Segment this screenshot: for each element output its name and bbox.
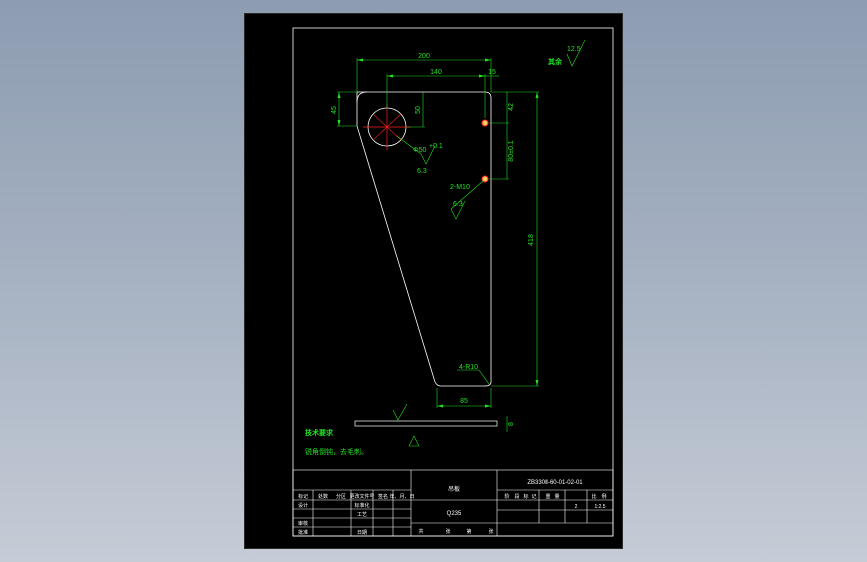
thread-hole-1 — [481, 119, 489, 127]
side-view — [354, 420, 498, 427]
tech-heading: 技术要求 — [305, 428, 334, 437]
dim-418: 418 — [528, 234, 535, 246]
hole-diameter-label: Φ50 — [413, 147, 426, 154]
row-date: 日期 — [357, 530, 367, 536]
dimension-lines — [337, 58, 539, 432]
material: Q235 — [447, 511, 462, 517]
drawing-number: ZB330Ⅱ-60-01-02-01 — [527, 480, 583, 486]
scale: 1:2.5 — [594, 504, 605, 510]
dim-140: 140 — [430, 69, 442, 76]
tech-note: 锐角倒钝，去毛刺。 — [305, 447, 368, 456]
dim-42: 42 — [508, 103, 515, 111]
dim-50: 50 — [415, 106, 422, 114]
stage-cell-3: 记 — [531, 493, 536, 500]
header-cell-5: 年、月、日 — [389, 493, 414, 500]
row-standardize: 标准化 — [354, 502, 369, 509]
bottom-cell-1: 张 — [445, 528, 450, 535]
header-cell-0: 标记 — [298, 493, 308, 500]
roughness-thread: 6.3 — [453, 201, 463, 208]
roughness-hole: 6.3 — [417, 168, 427, 175]
dim-200: 200 — [418, 53, 430, 60]
bottom-cell-3: 张 — [488, 528, 493, 535]
drawing-sheet: 200 140 15 45 50 42 80±0.1 418 85 8 Φ50 … — [244, 13, 623, 549]
stage-cell-2: 标 — [523, 493, 528, 500]
stage-cell-4: 重 — [545, 493, 550, 500]
header-cell-4: 签名 — [378, 493, 388, 500]
stage-cell-5: 量 — [554, 493, 559, 500]
cad-viewport[interactable]: 200 140 15 45 50 42 80±0.1 418 85 8 Φ50 … — [0, 0, 867, 562]
part-name: 吊板 — [448, 485, 460, 493]
dim-80: 80±0.1 — [508, 140, 515, 161]
stage-cell-7: 例 — [601, 493, 606, 500]
dim-45: 45 — [331, 106, 338, 114]
fillet-callout: 4-R10 — [459, 364, 478, 371]
dim-8: 8 — [508, 422, 515, 426]
stage-cell-6: 比 — [591, 493, 596, 500]
stage-cell-1: 段 — [514, 493, 519, 500]
thread-callout: 2-M10 — [450, 184, 470, 191]
dim-85: 85 — [460, 398, 468, 405]
bottom-cell-0: 共 — [418, 528, 423, 535]
header-cell-2: 分区 — [336, 493, 346, 500]
roughness-other-label: 其余 — [548, 57, 563, 66]
row-design: 设计 — [298, 502, 308, 509]
part-drawing: 200 140 15 45 50 42 80±0.1 418 85 8 Φ50 … — [292, 27, 614, 537]
header-cell-3: 更改文件号 — [349, 493, 374, 500]
drawing-frame — [292, 27, 614, 537]
roughness-other: 12.5 — [567, 46, 581, 53]
stage-cell-0: 阶 — [504, 493, 509, 500]
dim-15: 15 — [488, 69, 496, 76]
header-cell-1: 处数 — [318, 493, 328, 500]
fillet-top-left — [356, 91, 368, 103]
row-process: 工艺 — [357, 512, 367, 518]
bottom-cell-2: 第 — [466, 528, 471, 535]
row-approve: 批准 — [298, 529, 308, 536]
row-review: 审核 — [298, 520, 308, 527]
hole-tolerance-label: +0.1 — [429, 143, 443, 150]
quantity: 2 — [575, 504, 578, 510]
